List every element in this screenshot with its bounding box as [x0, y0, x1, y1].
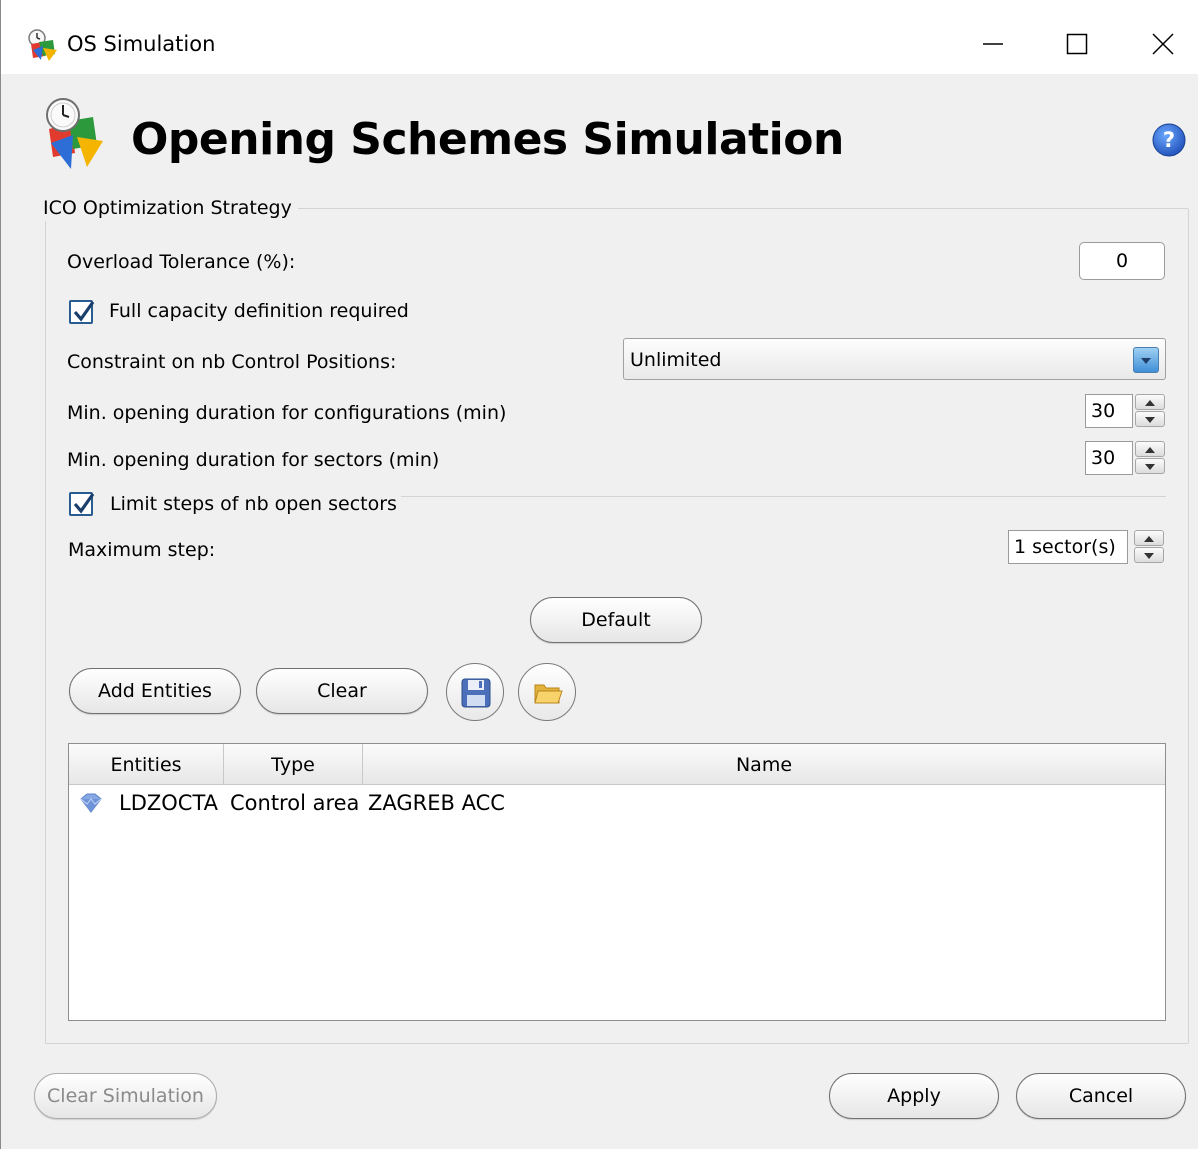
arrow-down-icon [1145, 464, 1155, 470]
column-header-type[interactable]: Type [224, 744, 363, 784]
clear-simulation-button[interactable]: Clear Simulation [34, 1073, 217, 1119]
spin-down-button[interactable] [1135, 458, 1165, 474]
entities-table: Entities Type Name LDZOCTA Control area … [68, 743, 1166, 1021]
spin-down-button[interactable] [1134, 547, 1164, 563]
simulation-logo-icon [41, 95, 107, 173]
add-entities-button[interactable]: Add Entities [69, 668, 241, 714]
min-sectors-duration-value[interactable]: 30 [1085, 441, 1133, 475]
table-header: Entities Type Name [69, 744, 1165, 785]
spin-up-button[interactable] [1135, 441, 1165, 457]
save-icon [461, 678, 491, 708]
full-capacity-checkbox[interactable] [69, 300, 95, 324]
maximum-step-label: Maximum step: [68, 539, 216, 561]
apply-button[interactable]: Apply [829, 1073, 999, 1119]
column-header-entities[interactable]: Entities [69, 744, 224, 784]
table-row[interactable]: LDZOCTA Control area ZAGREB ACC [69, 788, 1165, 820]
open-folder-button[interactable] [518, 663, 576, 721]
cancel-button[interactable]: Cancel [1016, 1073, 1186, 1119]
min-sectors-duration-label: Min. opening duration for sectors (min) [67, 449, 440, 471]
arrow-up-icon [1145, 400, 1155, 406]
spin-up-button[interactable] [1135, 394, 1165, 410]
min-sectors-duration-spinner[interactable]: 30 [1085, 441, 1167, 479]
name-cell: ZAGREB ACC [368, 791, 505, 815]
constraint-select-value: Unlimited [630, 349, 722, 371]
constraint-select[interactable]: Unlimited [623, 338, 1166, 380]
minimize-button[interactable] [971, 22, 1015, 66]
folder-open-icon [534, 684, 563, 704]
arrow-down-icon [1144, 553, 1154, 559]
arrow-down-icon [1145, 417, 1155, 423]
limit-steps-label: Limit steps of nb open sectors [110, 493, 397, 515]
maximize-button[interactable] [1055, 22, 1099, 66]
checkmark-icon [73, 301, 95, 322]
svg-text:?: ? [1163, 128, 1175, 152]
entity-cell: LDZOCTA [119, 791, 219, 815]
type-cell: Control area [230, 791, 360, 815]
spin-down-button[interactable] [1135, 411, 1165, 427]
spin-up-button[interactable] [1134, 530, 1164, 546]
column-header-name[interactable]: Name [363, 744, 1165, 784]
checkmark-icon [73, 493, 95, 514]
overload-tolerance-input[interactable]: 0 [1079, 242, 1165, 280]
group-title: ICO Optimization Strategy [39, 195, 298, 221]
limit-steps-checkbox[interactable] [69, 492, 95, 516]
limit-steps-separator [401, 496, 1166, 497]
maximum-step-value[interactable]: 1 sector(s) [1008, 530, 1128, 564]
overload-tolerance-label: Overload Tolerance (%): [67, 251, 296, 273]
close-button[interactable] [1141, 22, 1185, 66]
save-button[interactable] [446, 663, 504, 721]
app-icon [25, 28, 59, 62]
chevron-down-icon[interactable] [1133, 347, 1159, 373]
arrow-up-icon [1145, 447, 1155, 453]
control-area-icon [77, 792, 105, 824]
window-title: OS Simulation [67, 32, 216, 56]
minimize-icon [983, 43, 1003, 45]
min-config-duration-label: Min. opening duration for configurations… [67, 402, 507, 424]
clear-button[interactable]: Clear [256, 668, 428, 714]
os-simulation-window: OS Simulation Opening Schemes Simulation [0, 0, 1198, 1149]
full-capacity-label: Full capacity definition required [109, 300, 409, 322]
maximize-icon [1066, 33, 1088, 55]
default-button[interactable]: Default [530, 597, 702, 643]
maximum-step-spinner[interactable]: 1 sector(s) [1008, 530, 1166, 568]
title-bar: OS Simulation [1, 0, 1198, 74]
help-icon[interactable]: ? [1151, 122, 1187, 158]
page-title: Opening Schemes Simulation [131, 114, 844, 165]
min-config-duration-value[interactable]: 30 [1085, 394, 1133, 428]
min-config-duration-spinner[interactable]: 30 [1085, 394, 1167, 432]
constraint-label: Constraint on nb Control Positions: [67, 351, 397, 373]
close-icon [1152, 33, 1174, 55]
arrow-up-icon [1144, 536, 1154, 542]
